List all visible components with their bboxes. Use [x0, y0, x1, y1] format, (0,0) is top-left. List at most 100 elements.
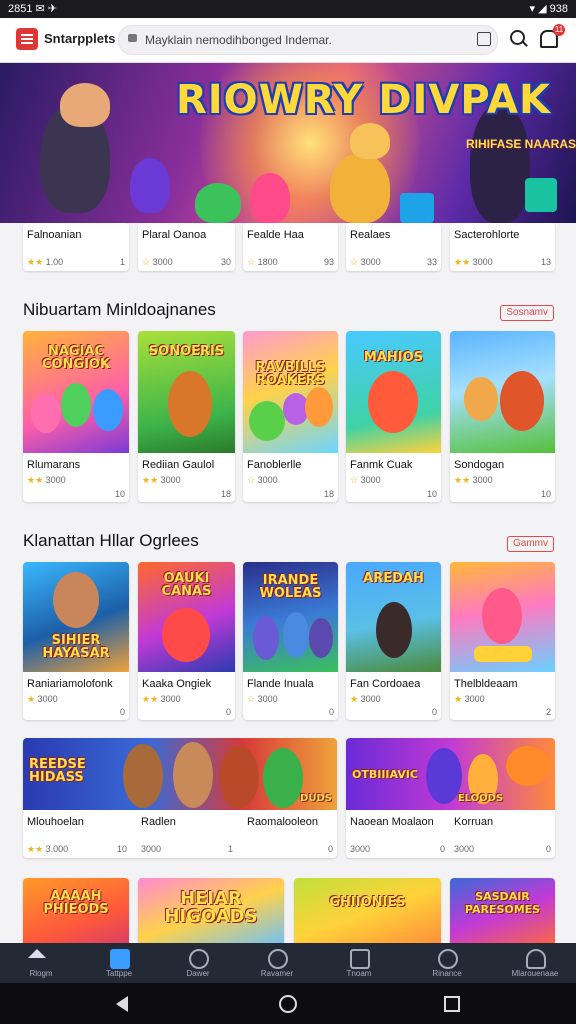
game-card[interactable]: Sondogan ★★ 3000 10	[450, 331, 555, 502]
nav-item-store[interactable]: Tattppe	[78, 943, 160, 983]
nav-item-chart[interactable]: Tnoam	[318, 943, 400, 983]
nav-item-search[interactable]: Ravamer	[236, 943, 318, 983]
star-icon: ★	[27, 694, 36, 704]
game-count: 1	[227, 844, 233, 854]
home-circle-icon[interactable]	[279, 995, 297, 1013]
game-card[interactable]: IRANDE WOLEAS Flande Inuala ☆ 3000 0	[243, 562, 338, 720]
game-thumbnail: RAVBILLS ROAKERS	[243, 331, 338, 453]
game-thumbnail: AREDAH	[346, 562, 441, 672]
hero-character	[130, 158, 170, 213]
game-rating: ★★ 3000	[27, 475, 66, 486]
rating-text: 3000	[37, 694, 58, 704]
star-icon: ☆	[350, 475, 359, 485]
game-card[interactable]: AREDAH Fan Cordoaea ★ 3000 0	[346, 562, 441, 720]
game-card[interactable]: SIHIER HAYASAR Raniariamolofonk ★ 3000 0	[23, 562, 129, 720]
featured-game-card[interactable]: REEDSE HIDASS DUDS Mlouhoelan ★★ 3.000 1…	[23, 738, 337, 858]
game-rating: ★★ 1.00	[27, 257, 63, 268]
thumbnail-title: RAVBILLS ROAKERS	[255, 360, 326, 388]
star-icon: ★★	[27, 257, 44, 267]
thumbnail-title: IRANDE WOLEAS	[259, 573, 322, 601]
game-card[interactable]: Thelbldeaam ★ 3000 2	[450, 562, 555, 720]
rating-text: 3000	[160, 694, 181, 704]
site-name[interactable]: Sntarpplets	[44, 31, 116, 46]
game-card[interactable]: Sacterohlorte ★★ 3000 13	[450, 223, 555, 271]
back-icon[interactable]	[116, 996, 128, 1012]
nav-item-globe[interactable]: Dawer	[157, 943, 239, 983]
thumbnail-badge: ELOODS	[457, 793, 504, 804]
featured-game-card[interactable]: OTBIIIAVIC ELOODS Naoean Moalaon 3000 0 …	[346, 738, 555, 858]
star-icon: ☆	[247, 257, 256, 267]
game-name: Rlumarans	[27, 459, 81, 471]
hero-character-face	[350, 123, 390, 159]
star-icon: ★★	[454, 257, 471, 267]
url-text[interactable]: Mayklain nemodihbonged Indemar.	[145, 33, 332, 47]
thumbnail-title: OTBIIIAVIC	[352, 768, 418, 781]
game-count: 0	[328, 707, 334, 717]
tabs-icon[interactable]	[477, 32, 491, 46]
game-card[interactable]: MAHIOS Fanmk Cuak ☆ 3000 10	[346, 331, 441, 502]
game-count: 10	[426, 489, 437, 499]
game-card[interactable]: AAAAH PHIEODS	[23, 878, 129, 948]
game-card[interactable]: HEIAR HIGOADS	[138, 878, 284, 948]
game-card[interactable]: Realaes ☆ 3000 33	[346, 223, 441, 271]
nav-item-profile[interactable]: Mlarouenaae	[494, 943, 576, 983]
see-all-button[interactable]: Gammv	[507, 536, 554, 552]
browser-toolbar: Sntarpplets Mayklain nemodihbonged Indem…	[0, 18, 576, 63]
nav-item-home[interactable]: Rlogm	[0, 943, 82, 983]
recent-apps-icon[interactable]	[444, 996, 460, 1012]
character-illustration	[249, 401, 285, 441]
game-card[interactable]: Plaral Oanoa ☆ 3000 30	[138, 223, 235, 271]
hero-banner[interactable]: RIOWRY DIVPAK RIHIFASE NAARAS	[0, 63, 576, 223]
game-thumbnail: SONOERIS	[138, 331, 235, 453]
rating-text: 3000	[472, 475, 493, 485]
game-name: Raomalooleon	[247, 816, 318, 828]
game-rating: ☆ 3000	[350, 257, 381, 268]
game-name: Fan Cordoaea	[350, 678, 421, 690]
game-thumbnail: OAUKI CANAS	[138, 562, 235, 672]
game-card[interactable]: SASDAIR PARESOMES	[450, 878, 555, 948]
user-icon	[526, 949, 546, 969]
game-count: 10	[116, 844, 127, 854]
rating-text: 3000	[257, 694, 278, 704]
game-card	[525, 178, 557, 212]
nav-item-search-2[interactable]: Rinance	[406, 943, 488, 983]
home-icon	[28, 949, 46, 958]
rating-text: 3000	[160, 475, 181, 485]
game-count: 33	[426, 257, 437, 267]
rating-text: 3000	[360, 257, 381, 267]
game-card[interactable]: SONOERIS Rediian Gaulol ★★ 3000 18	[138, 331, 235, 502]
game-card[interactable]: GHIIONIES	[294, 878, 441, 948]
game-count: 0	[439, 844, 445, 854]
game-count: 13	[540, 257, 551, 267]
star-icon: ★	[350, 694, 359, 704]
nav-label: Rlogm	[29, 969, 53, 978]
character-illustration	[168, 371, 212, 437]
game-rating: ☆ 3000	[247, 694, 278, 705]
game-name: Thelbldeaam	[454, 678, 518, 690]
menu-icon-line	[21, 34, 33, 36]
menu-button[interactable]	[16, 28, 38, 50]
see-all-button[interactable]: Sosnamv	[500, 305, 554, 321]
address-bar[interactable]: Mayklain nemodihbonged Indemar.	[118, 25, 498, 55]
search-icon[interactable]	[510, 30, 525, 45]
game-thumbnail: HEIAR HIGOADS	[138, 878, 284, 948]
game-card	[400, 193, 434, 223]
thumbnail-title: NAGIAC CONGIOK	[41, 344, 111, 372]
game-rating: ☆ 3000	[350, 475, 381, 486]
game-card[interactable]: OAUKI CANAS Kaaka Ongiek ★★ 3000 0	[138, 562, 235, 720]
game-count: 2	[545, 707, 551, 717]
search-icon	[438, 949, 458, 969]
game-card[interactable]: Falnoanian ★★ 1.00 1	[23, 223, 129, 271]
game-rating: 3000	[350, 844, 371, 854]
game-count: 30	[220, 257, 231, 267]
system-navigation-bar	[0, 983, 576, 1024]
nav-label: Dawer	[186, 969, 210, 978]
lock-icon	[128, 34, 137, 42]
game-count: 0	[119, 707, 125, 717]
game-card[interactable]: RAVBILLS ROAKERS Fanoblerlle ☆ 3000 18	[243, 331, 338, 502]
hero-character	[250, 173, 290, 223]
game-card[interactable]: Fealde Haa ☆ 1800 93	[243, 223, 338, 271]
thumbnail-title: AAAAH PHIEODS	[43, 889, 109, 917]
menu-icon-line	[21, 42, 33, 44]
game-card[interactable]: NAGIAC CONGIOK Rlumarans ★★ 3000 10	[23, 331, 129, 502]
